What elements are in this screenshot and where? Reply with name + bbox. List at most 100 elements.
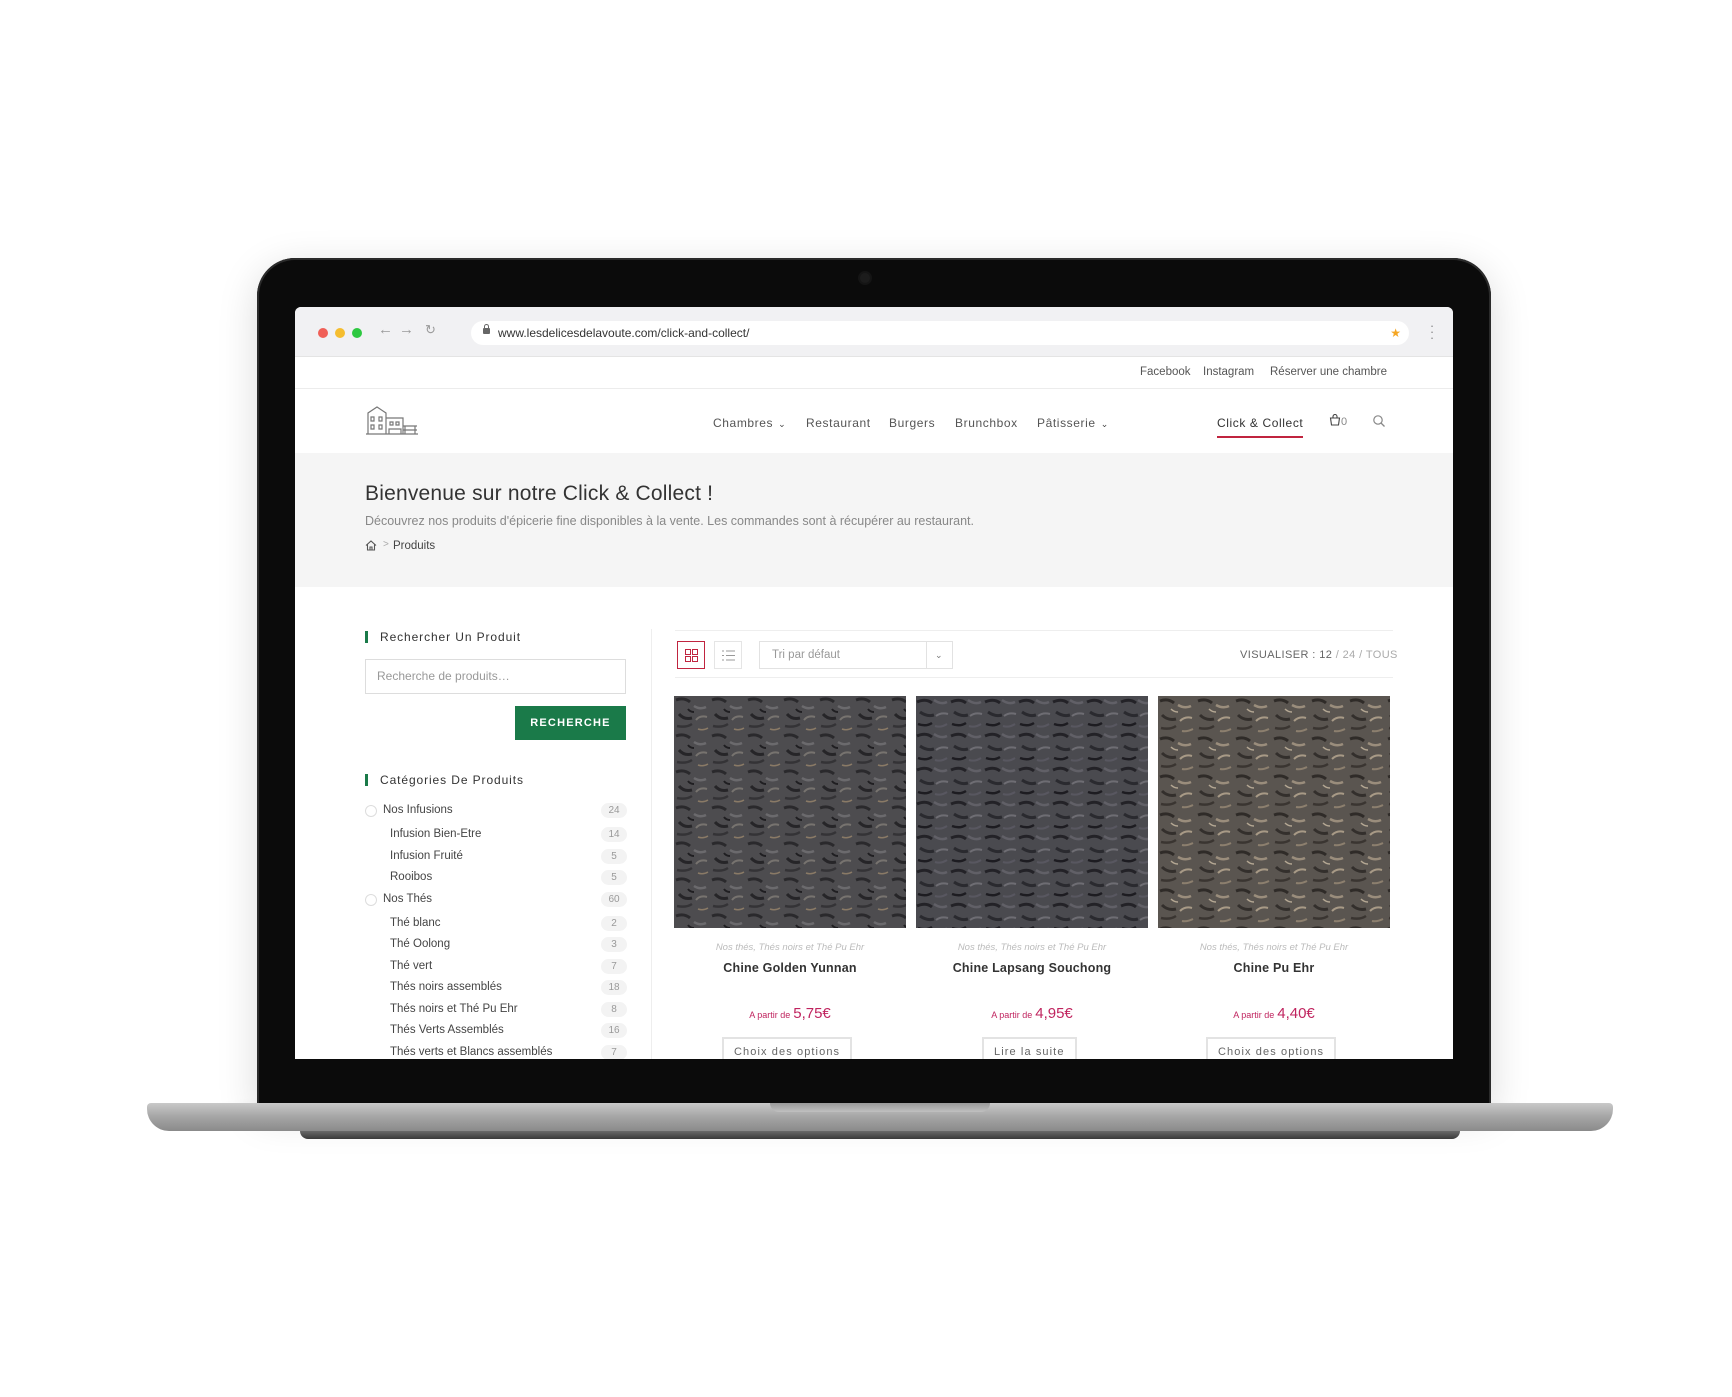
category-item[interactable]: Infusion Bien-Etre 14 [365, 826, 627, 848]
product-price: A partir de 4,40€ [1158, 1005, 1390, 1023]
read-more-button[interactable]: Lire la suite [982, 1037, 1077, 1059]
topbar-link-instagram[interactable]: Instagram [1203, 366, 1254, 378]
topbar-link-reserver[interactable]: Réserver une chambre [1270, 366, 1387, 378]
category-label[interactable]: Infusion Bien-Etre [390, 828, 481, 840]
address-bar[interactable]: www.lesdelicesdelavoute.com/click-and-co… [471, 321, 1409, 345]
category-item[interactable]: Nos Thés 60 [365, 891, 627, 915]
price-amount: 4,40€ [1277, 1005, 1315, 1022]
chevron-down-icon: ⌄ [935, 650, 943, 660]
nav-item-patisserie[interactable]: Pâtisserie ⌄ [1037, 416, 1109, 430]
category-item[interactable]: Thés verts et Blancs assemblés 7 [365, 1044, 627, 1059]
category-count: 60 [601, 891, 627, 907]
product-name[interactable]: Chine Pu Ehr [1158, 961, 1390, 975]
category-count: 14 [601, 827, 627, 842]
laptop-notch [770, 1103, 990, 1112]
category-item[interactable]: Infusion Fruité 5 [365, 848, 627, 870]
category-label[interactable]: Nos Infusions [383, 804, 453, 816]
category-item[interactable]: Nos Infusions 24 [365, 802, 627, 826]
list-view-button[interactable] [714, 641, 742, 669]
product-category[interactable]: Nos thés, Thés noirs et Thé Pu Ehr [916, 942, 1148, 953]
categories-widget-title: Catégories De Produits [365, 774, 524, 786]
price-prefix: A partir de [1233, 1010, 1275, 1020]
category-radio[interactable] [365, 805, 377, 817]
nav-item-burgers[interactable]: Burgers [889, 416, 935, 430]
product-category[interactable]: Nos thés, Thés noirs et Thé Pu Ehr [1158, 942, 1390, 953]
close-window-button[interactable] [318, 328, 328, 338]
category-label[interactable]: Thé vert [390, 960, 432, 972]
product-name[interactable]: Chine Golden Yunnan [674, 961, 906, 975]
chevron-down-icon: ⌄ [1100, 419, 1109, 429]
logo-icon[interactable] [365, 404, 419, 436]
product-name[interactable]: Chine Lapsang Souchong [916, 961, 1148, 975]
cart-count: 0 [1341, 416, 1348, 428]
grid-icon [685, 649, 698, 662]
sort-select-divider [926, 642, 927, 668]
choose-options-button[interactable]: Choix des options [722, 1037, 853, 1059]
category-item[interactable]: Thé Oolong 3 [365, 936, 627, 958]
back-arrow-icon[interactable]: ← [378, 321, 393, 338]
per-page-options[interactable]: / 24 / TOUS [1336, 649, 1398, 661]
forward-arrow-icon[interactable]: → [399, 321, 414, 338]
url-text: www.lesdelicesdelavoute.com/click-and-co… [498, 326, 750, 340]
toolbar-divider-top [675, 630, 1393, 631]
nav-item-brunchbox[interactable]: Brunchbox [955, 416, 1018, 430]
category-item[interactable]: Thé vert 7 [365, 958, 627, 980]
search-icon[interactable] [1372, 414, 1386, 428]
category-list: Nos Infusions 24 Infusion Bien-Etre 14 Infus… [365, 802, 627, 1059]
price-prefix: A partir de [991, 1010, 1033, 1020]
nav-item-restaurant[interactable]: Restaurant [806, 416, 871, 430]
category-label[interactable]: Nos Thés [383, 893, 432, 905]
sort-select[interactable]: Tri par défaut ⌄ [759, 641, 953, 669]
category-count: 5 [601, 870, 627, 885]
category-label[interactable]: Thés noirs assemblés [390, 981, 502, 993]
category-item[interactable]: Thés noirs et Thé Pu Ehr 8 [365, 1001, 627, 1023]
category-item[interactable]: Thés noirs assemblés 18 [365, 979, 627, 1001]
price-amount: 5,75€ [793, 1005, 831, 1022]
choose-options-button[interactable]: Choix des options [1206, 1037, 1337, 1059]
category-radio[interactable] [365, 893, 377, 906]
breadcrumb-current: Produits [393, 540, 436, 552]
search-button[interactable]: RECHERCHE [515, 706, 626, 740]
category-label[interactable]: Thé Oolong [390, 938, 450, 950]
category-item[interactable]: Thé blanc 2 [365, 915, 627, 937]
category-count: 16 [601, 1023, 627, 1038]
product-image[interactable] [1158, 696, 1390, 928]
product-card: Nos thés, Thés noirs et Thé Pu Ehr Chine… [916, 696, 1148, 1059]
grid-view-button[interactable] [677, 641, 705, 669]
product-image[interactable] [674, 696, 906, 928]
page-title: Bienvenue sur notre Click & Collect ! [365, 482, 714, 505]
reload-icon[interactable]: ↻ [425, 322, 436, 338]
per-page-current[interactable]: 12 [1319, 649, 1332, 661]
per-page-label: VISUALISER : [1240, 649, 1316, 661]
chevron-down-icon: ⌄ [778, 419, 787, 429]
topbar-link-facebook[interactable]: Facebook [1140, 366, 1191, 378]
nav-item-click-collect[interactable]: Click & Collect [1217, 416, 1303, 430]
product-search-input[interactable]: Recherche de produits… [365, 659, 626, 694]
home-icon[interactable] [365, 540, 377, 551]
category-label[interactable]: Thés verts et Blancs assemblés [390, 1046, 552, 1058]
breadcrumb-separator: > [383, 539, 389, 550]
per-page-selector: VISUALISER : 12 / 24 / TOUS [1240, 649, 1398, 661]
browser-menu-icon[interactable]: · · · [1429, 319, 1435, 344]
category-label[interactable]: Thés noirs et Thé Pu Ehr [390, 1003, 518, 1015]
maximize-window-button[interactable] [352, 328, 362, 338]
sort-select-value: Tri par défaut [772, 649, 840, 661]
active-nav-indicator [1217, 436, 1303, 438]
product-price: A partir de 4,95€ [916, 1005, 1148, 1023]
minimize-window-button[interactable] [335, 328, 345, 338]
search-widget-title: Rechercher Un Produit [365, 631, 521, 643]
category-count: 2 [601, 915, 627, 931]
site-header: Chambres ⌄ Restaurant Burgers Brunchbox P… [295, 389, 1453, 453]
category-label[interactable]: Thés Verts Assemblés [390, 1024, 504, 1036]
nav-item-chambres[interactable]: Chambres ⌄ [713, 416, 786, 430]
bookmark-star-icon[interactable]: ★ [1390, 321, 1401, 345]
cart-icon[interactable] [1329, 414, 1341, 426]
category-item[interactable]: Rooibos 5 [365, 869, 627, 891]
product-image[interactable] [916, 696, 1148, 928]
category-label[interactable]: Infusion Fruité [390, 850, 463, 862]
category-label[interactable]: Rooibos [390, 871, 432, 883]
category-count: 7 [601, 958, 627, 974]
category-item[interactable]: Thés Verts Assemblés 16 [365, 1022, 627, 1044]
category-label[interactable]: Thé blanc [390, 917, 441, 929]
product-category[interactable]: Nos thés, Thés noirs et Thé Pu Ehr [674, 942, 906, 953]
